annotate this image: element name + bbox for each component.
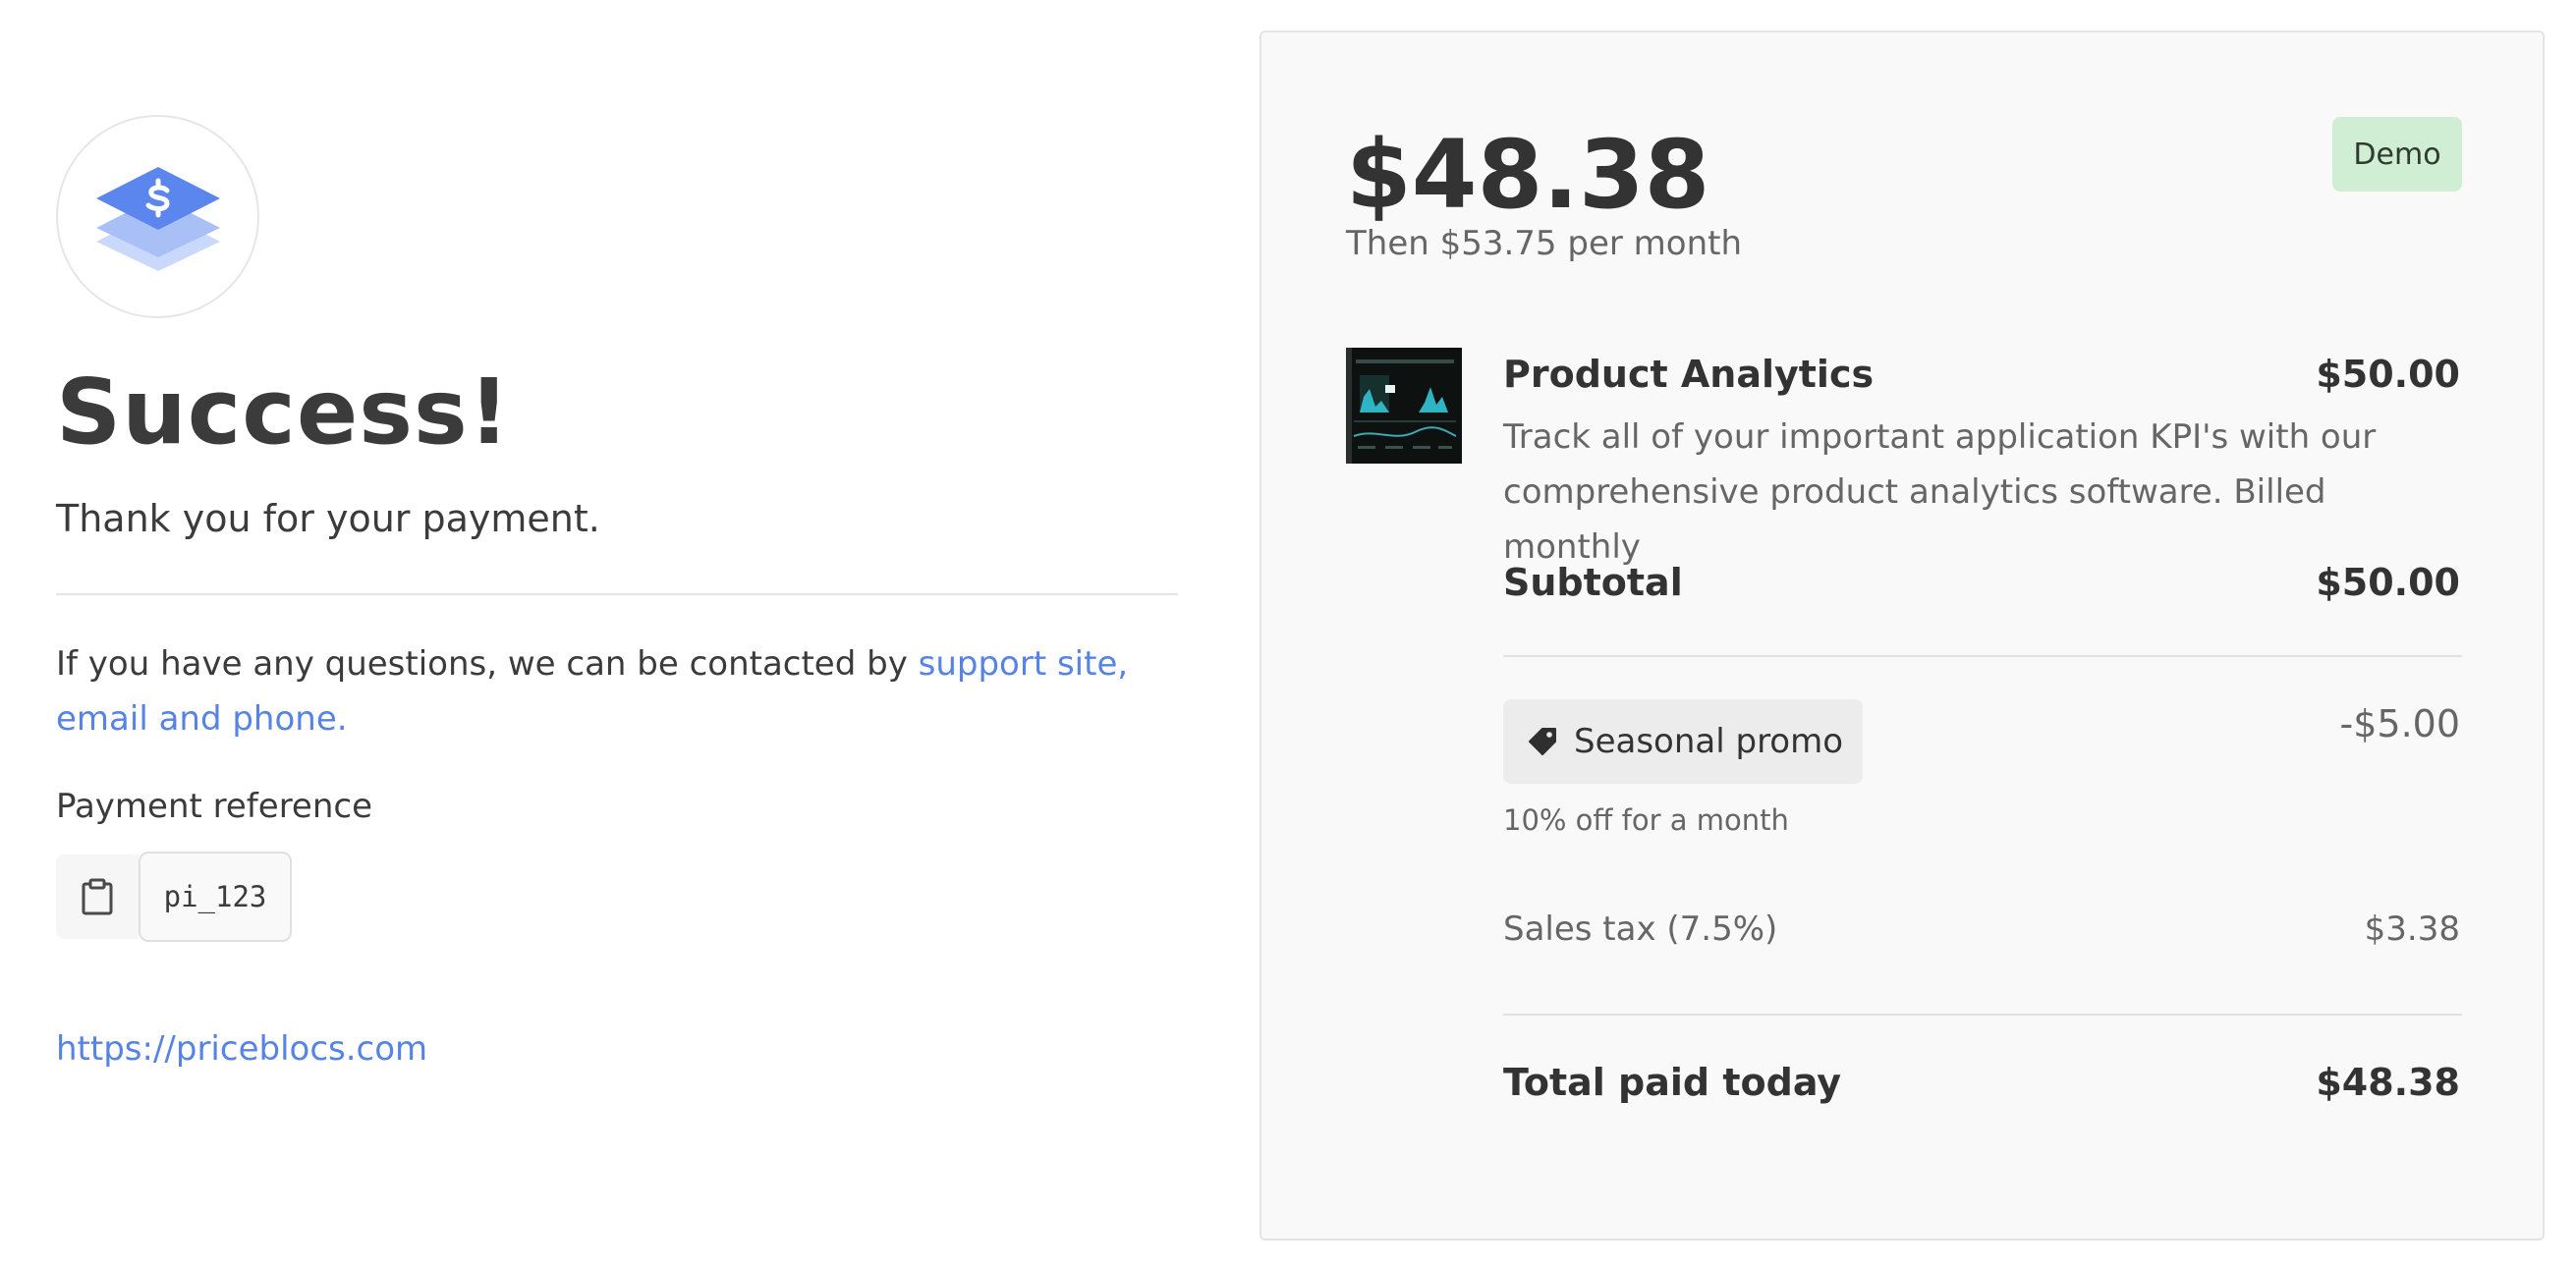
- confirmation-section: Success! Thank you for your payment. If …: [56, 0, 1178, 1267]
- tag-icon: [1529, 728, 1556, 755]
- sales-tax-label: Sales tax (7.5%): [1503, 909, 1778, 949]
- amount-paid: $48.38: [1346, 120, 1710, 230]
- subtotal-label: Subtotal: [1503, 561, 1683, 604]
- product-name: Product Analytics: [1503, 353, 1875, 396]
- order-summary-panel: $48.38 Then $53.75 per month Demo Produc…: [1260, 30, 2545, 1240]
- page-title: Success!: [56, 359, 511, 465]
- total-label: Total paid today: [1503, 1061, 1842, 1104]
- total-value: $48.38: [2316, 1061, 2460, 1104]
- sales-tax-value: $3.38: [2364, 909, 2460, 949]
- copy-reference-button[interactable]: [56, 854, 139, 939]
- divider: [1503, 1014, 2462, 1016]
- recurring-price: Then $53.75 per month: [1346, 224, 1743, 263]
- divider: [1503, 655, 2462, 657]
- clipboard-icon: [82, 878, 113, 915]
- subtotal-value: $50.00: [2316, 561, 2460, 604]
- promo-note: 10% off for a month: [1503, 803, 1789, 837]
- divider: [56, 593, 1178, 595]
- payment-reference-label: Payment reference: [56, 787, 373, 826]
- payment-reference-value: pi_123: [139, 852, 292, 942]
- promo-chip: Seasonal promo: [1503, 699, 1863, 784]
- promo-discount: -$5.00: [2339, 702, 2461, 745]
- promo-label: Seasonal promo: [1574, 722, 1844, 761]
- dollar-stack-icon: [96, 167, 220, 271]
- demo-badge: Demo: [2332, 117, 2462, 192]
- contact-paragraph: If you have any questions, we can be con…: [56, 636, 1178, 746]
- product-thumbnail: [1346, 348, 1462, 464]
- product-price: $50.00: [2316, 353, 2460, 396]
- website-link[interactable]: https://priceblocs.com: [56, 1024, 427, 1074]
- contact-text: If you have any questions, we can be con…: [56, 644, 919, 684]
- thank-you-message: Thank you for your payment.: [56, 497, 600, 540]
- brand-logo: [56, 115, 259, 318]
- product-description: Track all of your important application …: [1503, 417, 2377, 567]
